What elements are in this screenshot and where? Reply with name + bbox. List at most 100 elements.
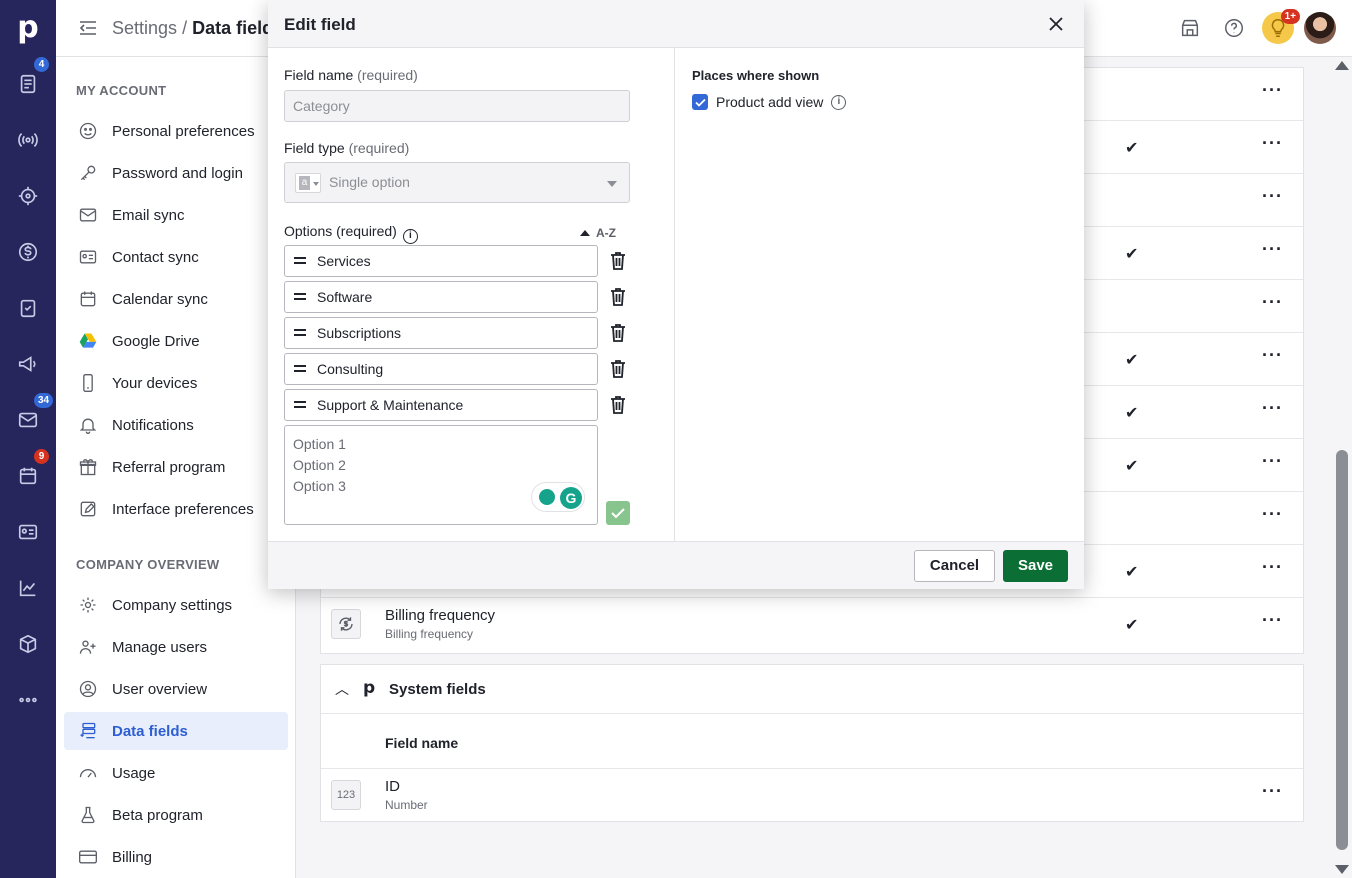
option-input-subscriptions[interactable]: Subscriptions bbox=[284, 317, 598, 349]
sidebar-item-referral-program[interactable]: Referral program bbox=[64, 448, 288, 486]
sidebar-item-user-overview[interactable]: User overview bbox=[64, 670, 288, 708]
trash-icon[interactable] bbox=[610, 396, 626, 414]
table-row-id[interactable]: 123 ID Number ··· bbox=[321, 769, 1303, 822]
deals-dollar-icon[interactable] bbox=[14, 238, 42, 266]
interface-pen-icon bbox=[76, 497, 100, 521]
number-type-icon: 123 bbox=[331, 780, 361, 810]
user-avatar[interactable] bbox=[1304, 12, 1336, 44]
sidebar-item-notifications[interactable]: Notifications bbox=[64, 406, 288, 444]
trash-icon[interactable] bbox=[610, 360, 626, 378]
products-box-icon[interactable] bbox=[14, 630, 42, 658]
field-type-select[interactable]: Single option bbox=[284, 162, 630, 203]
drag-handle-icon[interactable] bbox=[294, 401, 306, 408]
sidebar-item-data-fields[interactable]: Data fields bbox=[64, 712, 288, 750]
row-menu-icon[interactable]: ··· bbox=[1262, 398, 1283, 419]
option-input-consulting[interactable]: Consulting bbox=[284, 353, 598, 385]
row-menu-icon[interactable]: ··· bbox=[1262, 451, 1283, 472]
sidebar-item-interface-preferences[interactable]: Interface preferences bbox=[64, 490, 288, 528]
trash-icon[interactable] bbox=[610, 324, 626, 342]
row-menu-icon[interactable]: ··· bbox=[1262, 186, 1283, 207]
grammarly-g-icon[interactable]: G bbox=[560, 487, 582, 509]
target-icon[interactable] bbox=[14, 182, 42, 210]
product-add-view-checkbox[interactable] bbox=[692, 94, 708, 110]
close-icon[interactable] bbox=[1046, 14, 1066, 34]
sort-az-button[interactable]: A-Z bbox=[580, 226, 616, 240]
new-options-textarea[interactable]: Option 1 Option 2 Option 3 G bbox=[284, 425, 598, 525]
sidebar-item-contact-sync[interactable]: Contact sync bbox=[64, 238, 288, 276]
sidebar-item-manage-users[interactable]: Manage users bbox=[64, 628, 288, 666]
sidebar-item-beta-program[interactable]: Beta program bbox=[64, 796, 288, 834]
row-menu-icon[interactable]: ··· bbox=[1262, 80, 1283, 101]
sidebar-item-personal-preferences[interactable]: Personal preferences bbox=[64, 112, 288, 150]
info-icon[interactable]: i bbox=[402, 229, 418, 244]
scroll-down-arrow-icon[interactable] bbox=[1335, 865, 1349, 874]
option-input-services[interactable]: Services bbox=[284, 245, 598, 277]
tasks-clipboard-icon[interactable] bbox=[14, 294, 42, 322]
drag-handle-icon[interactable] bbox=[294, 293, 306, 300]
drag-handle-icon[interactable] bbox=[294, 365, 306, 372]
option-input-software[interactable]: Software bbox=[284, 281, 598, 313]
mail-badge: 34 bbox=[34, 393, 54, 408]
sidebar-item-google-drive[interactable]: Google Drive bbox=[64, 322, 288, 360]
option-value: Support & Maintenance bbox=[317, 397, 464, 413]
option-input-support-maintenance[interactable]: Support & Maintenance bbox=[284, 389, 598, 421]
options-label: Options (required) i bbox=[284, 223, 418, 244]
collapse-menu-icon[interactable] bbox=[78, 18, 98, 38]
sidebar-item-usage[interactable]: Usage bbox=[64, 754, 288, 792]
drag-handle-icon[interactable] bbox=[294, 257, 306, 264]
row-menu-icon[interactable]: ··· bbox=[1262, 345, 1283, 366]
trash-icon[interactable] bbox=[610, 252, 626, 270]
insights-chart-icon[interactable] bbox=[14, 574, 42, 602]
grammarly-bulb-icon[interactable] bbox=[539, 489, 555, 505]
leads-icon[interactable] bbox=[14, 70, 42, 98]
table-row-billing-frequency[interactable]: Billing frequency Billing frequency ✔ ··… bbox=[321, 598, 1303, 651]
field-name-input[interactable]: Category bbox=[284, 90, 630, 122]
drag-handle-icon[interactable] bbox=[294, 329, 306, 336]
save-button[interactable]: Save bbox=[1003, 550, 1068, 582]
product-add-view-option[interactable]: Product add view i bbox=[692, 94, 847, 110]
cancel-button[interactable]: Cancel bbox=[914, 550, 995, 582]
pipedrive-logo[interactable]: p bbox=[14, 10, 42, 46]
phone-icon bbox=[76, 371, 100, 395]
row-menu-icon[interactable]: ··· bbox=[1262, 292, 1283, 313]
marketplace-icon[interactable] bbox=[1178, 16, 1202, 40]
row-menu-icon[interactable]: ··· bbox=[1262, 781, 1283, 802]
more-dots-icon[interactable] bbox=[14, 686, 42, 714]
sidebar-item-email-sync[interactable]: Email sync bbox=[64, 196, 288, 234]
grammarly-widget[interactable]: G bbox=[531, 482, 585, 512]
trash-icon[interactable] bbox=[610, 288, 626, 306]
row-menu-icon[interactable]: ··· bbox=[1262, 239, 1283, 260]
sidebar-item-billing[interactable]: Billing bbox=[64, 838, 288, 876]
sidebar-item-your-devices[interactable]: Your devices bbox=[64, 364, 288, 402]
checkmark-icon bbox=[611, 508, 625, 519]
help-icon[interactable] bbox=[1222, 16, 1246, 40]
row-menu-icon[interactable]: ··· bbox=[1262, 133, 1283, 154]
info-icon[interactable]: i bbox=[831, 94, 847, 110]
row-menu-icon[interactable]: ··· bbox=[1262, 504, 1283, 525]
sidebar-item-password-login[interactable]: Password and login bbox=[64, 154, 288, 192]
sidebar-item-label: Google Drive bbox=[112, 332, 200, 350]
sidebar-item-label: Beta program bbox=[112, 806, 203, 824]
sidebar-item-calendar-sync[interactable]: Calendar sync bbox=[64, 280, 288, 318]
sidebar-item-label: Manage users bbox=[112, 638, 208, 656]
sidebar-item-company-settings[interactable]: Company settings bbox=[64, 586, 288, 624]
scroll-thumb[interactable] bbox=[1336, 450, 1348, 850]
page-scrollbar[interactable] bbox=[1332, 57, 1352, 878]
row-menu-icon[interactable]: ··· bbox=[1262, 557, 1283, 578]
row-menu-icon[interactable]: ··· bbox=[1262, 610, 1283, 631]
calendar-icon[interactable] bbox=[14, 462, 42, 490]
chevron-up-icon[interactable]: ︿ bbox=[335, 679, 349, 699]
mail-icon[interactable] bbox=[14, 406, 42, 434]
scroll-up-arrow-icon[interactable] bbox=[1335, 61, 1349, 70]
activities-badge: 9 bbox=[34, 449, 49, 464]
system-fields-header[interactable]: ︿ p System fields bbox=[321, 665, 1303, 714]
broadcast-icon[interactable] bbox=[14, 126, 42, 154]
system-fields-column-header: Field name bbox=[321, 714, 1303, 769]
contacts-card-icon[interactable] bbox=[14, 518, 42, 546]
apply-options-button[interactable] bbox=[606, 501, 630, 525]
breadcrumb-settings[interactable]: Settings bbox=[112, 18, 177, 38]
field-name-label: Field name (required) bbox=[284, 67, 418, 83]
checkbox-label: Product add view bbox=[716, 94, 824, 110]
sidebar-item-label: Personal preferences bbox=[112, 122, 255, 140]
campaigns-megaphone-icon[interactable] bbox=[14, 350, 42, 378]
